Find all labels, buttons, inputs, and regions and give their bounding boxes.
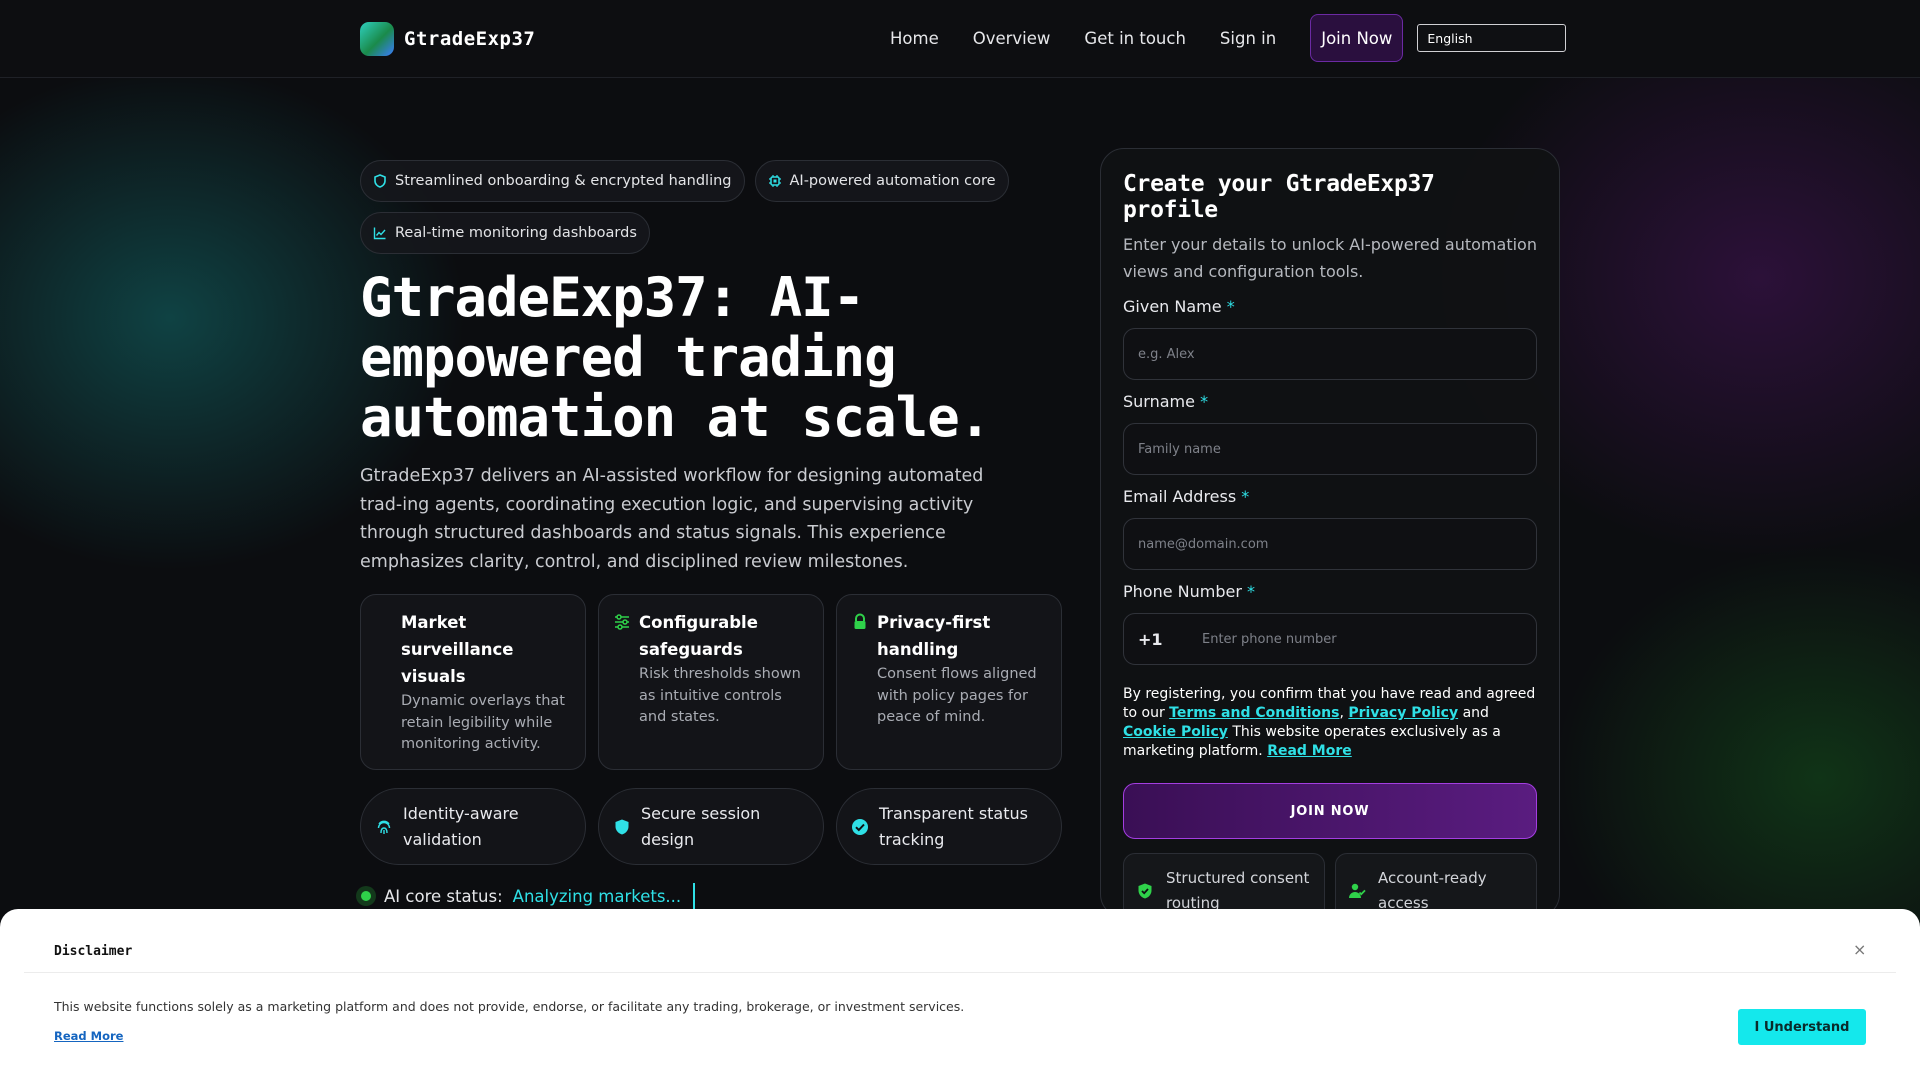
chip-icon: [768, 174, 782, 188]
nav-link-home[interactable]: Home: [890, 29, 939, 48]
country-code-select[interactable]: +1: [1138, 630, 1202, 649]
form-subtitle: Enter your details to unlock AI-powered …: [1123, 235, 1537, 281]
fingerprint-icon: [375, 818, 393, 836]
language-select[interactable]: English: [1417, 24, 1567, 52]
hero-description: GtradeExp37 delivers an AI-assisted work…: [360, 466, 984, 572]
pill-automation-core: AI-powered automation core: [754, 160, 1009, 202]
shield-icon: [373, 174, 387, 188]
nav-link-get-in-touch[interactable]: Get in touch: [1084, 29, 1186, 48]
card-text: Dynamic overlays that retain legibility …: [401, 693, 565, 752]
nav-link-overview[interactable]: Overview: [973, 29, 1051, 48]
read-more-link[interactable]: Read More: [1267, 743, 1352, 759]
language-select-value: English: [1427, 30, 1473, 46]
pill-label: Streamlined onboarding & encrypted handl…: [395, 173, 732, 189]
card-privacy-first: Privacy-first handling Consent flows ali…: [836, 594, 1062, 770]
chart-line-icon: [373, 226, 387, 240]
feature-label: Secure session design: [641, 803, 761, 849]
check-circle-icon: [851, 818, 869, 836]
disclaimer-title: Disclaimer: [54, 944, 133, 959]
card-title: Configurable safeguards: [639, 613, 758, 659]
pill-monitoring: Real-time monitoring dashboards: [360, 212, 650, 254]
brand-logo[interactable]: GtradeExp37: [360, 22, 535, 56]
shield-check-icon: [1136, 882, 1154, 900]
phone-label: Phone Number *: [1123, 582, 1256, 601]
join-now-submit-button[interactable]: JOIN NOW: [1123, 783, 1537, 839]
card-configurable-safeguards: Configurable safeguards Risk thresholds …: [598, 594, 824, 770]
form-title: Create your GtradeExp37 profile: [1123, 171, 1435, 223]
disclaimer-text: This website functions solely as a marke…: [54, 999, 965, 1014]
close-icon[interactable]: ×: [1853, 940, 1866, 959]
nav-links: Home Overview Get in touch Sign in Join …: [890, 14, 1567, 62]
brand-name: GtradeExp37: [404, 28, 536, 50]
shield-check-icon: [613, 818, 631, 836]
lock-icon: [851, 613, 869, 631]
surname-input[interactable]: Family name: [1123, 423, 1537, 475]
feature-cards: Market surveillance visuals Dynamic over…: [360, 594, 1062, 770]
status-dot-icon: [356, 886, 376, 906]
pill-onboarding: Streamlined onboarding & encrypted handl…: [360, 160, 745, 202]
status-label: AI core status:: [384, 886, 503, 906]
card-title: Market surveillance visuals: [401, 613, 514, 686]
eye-icon: [375, 613, 393, 631]
card-text: Consent flows aligned with policy pages …: [877, 666, 1037, 725]
consent-text: By registering, you confirm that you hav…: [1123, 686, 1536, 759]
disclaimer-banner: Disclaimer × This website functions sole…: [0, 909, 1920, 1080]
given-name-placeholder: e.g. Alex: [1138, 346, 1195, 362]
hero-pills: Streamlined onboarding & encrypted handl…: [360, 160, 1040, 254]
feature-identity-validation: Identity-aware validation: [360, 788, 586, 865]
cookie-link[interactable]: Cookie Policy: [1123, 724, 1228, 740]
card-market-surveillance: Market surveillance visuals Dynamic over…: [360, 594, 586, 770]
disclaimer-read-more-link[interactable]: Read More: [54, 1029, 123, 1043]
hero-title: GtradeExp37: AI-empowered trading automa…: [360, 266, 991, 449]
divider: [24, 972, 1896, 973]
signup-form-card: Create your GtradeExp37 profile Enter yo…: [1100, 148, 1560, 929]
ai-core-status: AI core status: Analyzing markets...: [356, 882, 696, 910]
feature-secure-session: Secure session design: [598, 788, 824, 865]
terms-link[interactable]: Terms and Conditions: [1169, 705, 1339, 721]
surname-label: Surname *: [1123, 392, 1209, 411]
typing-caret: [693, 883, 696, 909]
pill-label: AI-powered automation core: [789, 173, 996, 189]
top-navbar: GtradeExp37 Home Overview Get in touch S…: [0, 0, 1920, 78]
phone-placeholder: Enter phone number: [1202, 631, 1337, 647]
logo-mark-icon: [360, 22, 394, 56]
pill-label: Real-time monitoring dashboards: [395, 225, 637, 241]
phone-input[interactable]: +1 Enter phone number: [1123, 613, 1537, 665]
sliders-icon: [613, 613, 631, 631]
email-label: Email Address *: [1123, 487, 1250, 506]
card-text: Risk thresholds shown as intuitive contr…: [639, 666, 801, 725]
feature-pills: Identity-aware validation Secure session…: [360, 788, 1062, 865]
email-input[interactable]: name@domain.com: [1123, 518, 1537, 570]
feature-label: Identity-aware validation: [403, 803, 519, 849]
nav-link-sign-in[interactable]: Sign in: [1220, 29, 1276, 48]
given-name-label: Given Name *: [1123, 297, 1235, 316]
status-value: Analyzing markets...: [512, 886, 682, 906]
email-placeholder: name@domain.com: [1138, 536, 1269, 552]
i-understand-button[interactable]: I Understand: [1738, 1009, 1866, 1045]
feature-status-tracking: Transparent status tracking: [836, 788, 1062, 865]
surname-placeholder: Family name: [1138, 441, 1221, 457]
given-name-input[interactable]: e.g. Alex: [1123, 328, 1537, 380]
card-title: Privacy-first handling: [877, 613, 991, 659]
user-check-icon: [1348, 882, 1366, 900]
privacy-link[interactable]: Privacy Policy: [1348, 705, 1458, 721]
feature-label: Transparent status tracking: [879, 803, 1028, 849]
join-now-nav-button[interactable]: Join Now: [1310, 14, 1404, 62]
